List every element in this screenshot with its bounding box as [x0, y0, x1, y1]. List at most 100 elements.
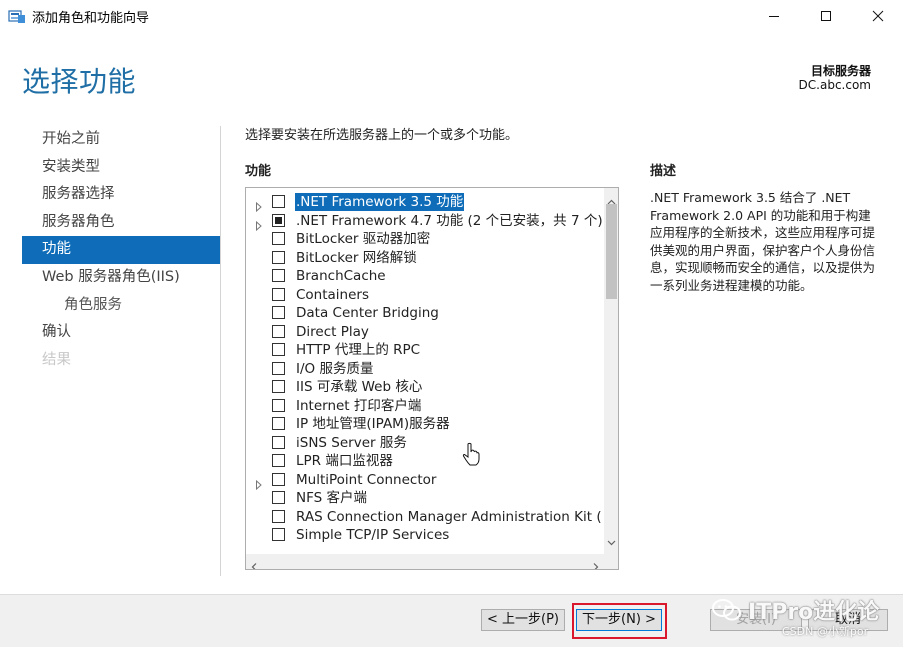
feature-checkbox[interactable] — [272, 491, 285, 504]
feature-label[interactable]: IP 地址管理(IPAM)服务器 — [295, 415, 451, 433]
feature-checkbox[interactable] — [272, 435, 285, 449]
feature-label[interactable]: Simple TCP/IP Services — [295, 526, 450, 544]
wechat-icon — [712, 598, 742, 628]
feature-label[interactable]: iSNS Server 服务 — [295, 434, 408, 452]
maximize-icon — [820, 10, 832, 22]
nav-item-web-server-role[interactable]: Web 服务器角色(IIS) — [22, 264, 220, 292]
vertical-scrollbar[interactable] — [604, 188, 618, 554]
scroll-left-icon[interactable] — [250, 557, 258, 569]
feature-row[interactable]: BranchCache — [246, 267, 604, 286]
server-manager-icon — [8, 8, 26, 24]
feature-row[interactable]: .NET Framework 4.7 功能 (2 个已安装，共 7 个) — [246, 212, 604, 231]
features-heading: 功能 — [245, 164, 272, 179]
feature-label[interactable]: LPR 端口监视器 — [295, 452, 394, 470]
feature-checkbox[interactable] — [272, 324, 285, 338]
feature-checkbox[interactable] — [272, 269, 285, 282]
feature-label[interactable]: BranchCache — [295, 267, 387, 285]
feature-checkbox[interactable] — [272, 417, 285, 430]
feature-label[interactable]: .NET Framework 3.5 功能 — [293, 192, 466, 212]
feature-row[interactable]: Data Center Bridging — [246, 304, 604, 323]
feature-checkbox[interactable] — [272, 306, 285, 319]
nav-item-server-selection[interactable]: 服务器选择 — [22, 181, 220, 209]
description-heading: 描述 — [650, 164, 677, 179]
feature-checkbox[interactable] — [272, 213, 285, 227]
nav-item-features[interactable]: 功能 — [22, 236, 220, 264]
minimize-icon — [768, 10, 780, 22]
feature-checkbox[interactable] — [272, 343, 285, 356]
feature-row[interactable]: HTTP 代理上的 RPC — [246, 341, 604, 360]
feature-row[interactable]: I/O 服务质量 — [246, 360, 604, 379]
feature-checkbox[interactable] — [272, 528, 285, 541]
expand-arrow-icon[interactable] — [255, 197, 263, 213]
features-tree[interactable]: .NET Framework 3.5 功能 .NET Framework 4.7 … — [245, 187, 619, 570]
expand-arrow-icon[interactable] — [255, 475, 263, 490]
nav-divider — [220, 126, 221, 576]
feature-label[interactable]: MultiPoint Connector — [295, 471, 437, 489]
features-list: .NET Framework 3.5 功能 .NET Framework 4.7 … — [246, 192, 604, 545]
nav-item-confirmation[interactable]: 确认 — [22, 319, 220, 347]
close-icon — [872, 10, 884, 22]
description-text: .NET Framework 3.5 结合了 .NET Framework 2.… — [650, 190, 876, 293]
feature-label[interactable]: BitLocker 网络解锁 — [295, 249, 418, 267]
feature-label[interactable]: .NET Framework 4.7 功能 (2 个已安装，共 7 个) — [295, 212, 604, 230]
scrollbar-thumb[interactable] — [606, 204, 617, 299]
scroll-down-icon[interactable] — [606, 532, 617, 551]
feature-label[interactable]: I/O 服务质量 — [295, 360, 374, 378]
feature-row[interactable]: RAS Connection Manager Administration Ki… — [246, 508, 604, 527]
feature-row[interactable]: LPR 端口监视器 — [246, 452, 604, 471]
feature-row[interactable]: NFS 客户端 — [246, 489, 604, 508]
target-server-value: DC.abc.com — [798, 78, 871, 92]
feature-label[interactable]: RAS Connection Manager Administration Ki… — [295, 508, 603, 526]
feature-checkbox[interactable] — [272, 380, 285, 393]
nav-item-installation-type[interactable]: 安装类型 — [22, 154, 220, 182]
feature-label[interactable]: Direct Play — [295, 323, 370, 341]
feature-checkbox[interactable] — [272, 361, 285, 375]
window-title: 添加角色和功能向导 — [32, 11, 150, 26]
feature-row[interactable]: MultiPoint Connector — [246, 471, 604, 490]
feature-label[interactable]: Containers — [295, 286, 370, 304]
expand-arrow-icon[interactable] — [255, 216, 263, 231]
feature-label[interactable]: NFS 客户端 — [295, 489, 368, 507]
close-button[interactable] — [855, 0, 901, 32]
feature-checkbox[interactable] — [272, 398, 285, 412]
feature-row[interactable]: Internet 打印客户端 — [246, 397, 604, 416]
feature-row[interactable]: IIS 可承载 Web 核心 — [246, 378, 604, 397]
next-button-highlight — [572, 603, 667, 639]
feature-row[interactable]: iSNS Server 服务 — [246, 434, 604, 453]
feature-checkbox[interactable] — [272, 472, 285, 486]
nav-item-results: 结果 — [42, 351, 71, 368]
scroll-right-icon[interactable] — [592, 557, 600, 569]
feature-checkbox[interactable] — [272, 454, 285, 467]
feature-row[interactable]: .NET Framework 3.5 功能 — [246, 192, 604, 213]
nav-item-role-services[interactable]: 角色服务 — [22, 292, 220, 320]
watermark-source: CSDN @小新por — [782, 625, 869, 638]
horizontal-scrollbar[interactable] — [246, 554, 604, 569]
feature-row[interactable]: IP 地址管理(IPAM)服务器 — [246, 415, 604, 434]
feature-label[interactable]: Data Center Bridging — [295, 304, 440, 322]
feature-checkbox[interactable] — [272, 287, 285, 301]
feature-row[interactable]: Direct Play — [246, 323, 604, 342]
scrollbar-corner — [604, 554, 618, 569]
maximize-button[interactable] — [803, 0, 849, 32]
feature-row[interactable]: Simple TCP/IP Services — [246, 526, 604, 545]
feature-checkbox[interactable] — [272, 232, 285, 245]
feature-label[interactable]: BitLocker 驱动器加密 — [295, 230, 431, 248]
nav-item-server-roles[interactable]: 服务器角色 — [22, 209, 220, 237]
target-server-label: 目标服务器 — [810, 64, 871, 78]
feature-label[interactable]: Internet 打印客户端 — [295, 397, 422, 415]
feature-checkbox[interactable] — [272, 509, 285, 523]
nav-item-before-you-begin[interactable]: 开始之前 — [22, 126, 220, 154]
feature-checkbox[interactable] — [272, 250, 285, 264]
feature-label[interactable]: IIS 可承载 Web 核心 — [295, 378, 423, 396]
title-bar: 添加角色和功能向导 — [0, 0, 903, 32]
feature-row[interactable]: Containers — [246, 286, 604, 305]
feature-label[interactable]: HTTP 代理上的 RPC — [295, 341, 421, 359]
previous-button[interactable]: < 上一步(P) — [481, 609, 565, 631]
feature-checkbox[interactable] — [272, 195, 285, 208]
feature-row[interactable]: BitLocker 驱动器加密 — [246, 230, 604, 249]
watermark-text: ITPro进化论 — [748, 600, 880, 625]
minimize-button[interactable] — [751, 0, 797, 32]
page-title: 选择功能 — [22, 65, 137, 98]
feature-row[interactable]: BitLocker 网络解锁 — [246, 249, 604, 268]
wizard-nav: 开始之前 安装类型 服务器选择 服务器角色 功能 Web 服务器角色(IIS) … — [22, 126, 220, 374]
